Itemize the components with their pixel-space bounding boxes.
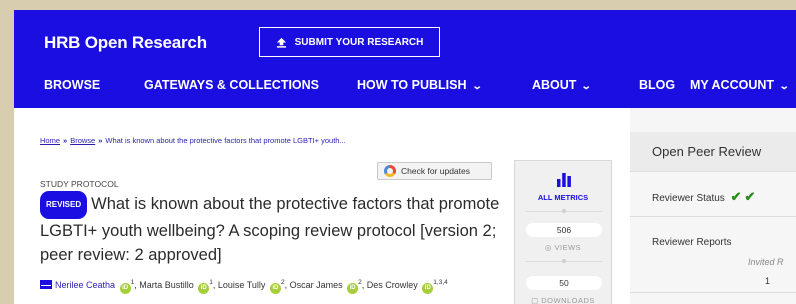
reviewer-reports-heading: Reviewer Reports bbox=[652, 237, 732, 248]
downloads-count: 50 bbox=[526, 276, 602, 290]
article-title-text: What is known about the protective facto… bbox=[40, 195, 500, 264]
site-header: HRB Open Research SUBMIT YOUR RESEARCH B… bbox=[14, 10, 796, 108]
all-metrics-link[interactable]: ALL METRICS bbox=[515, 193, 611, 202]
nav-my-account-label: MY ACCOUNT bbox=[690, 78, 775, 92]
author-name[interactable]: Marta Bustillo bbox=[139, 280, 194, 290]
author-affiliation: 1 bbox=[130, 279, 135, 286]
nav-blog[interactable]: BLOG bbox=[639, 78, 675, 92]
nav-gateways-label: GATEWAYS & COLLECTIONS bbox=[144, 78, 320, 92]
nav-browse-label: BROWSE bbox=[44, 78, 101, 92]
author-affiliation: 2 bbox=[358, 279, 362, 286]
check-for-updates-button[interactable]: Check for updates bbox=[377, 162, 492, 180]
nav-about-label: ABOUT bbox=[532, 78, 577, 92]
peer-review-header: Open Peer Review bbox=[630, 132, 796, 172]
approved-check-icon: ✔ bbox=[744, 189, 756, 204]
submit-research-label: SUBMIT YOUR RESEARCH bbox=[294, 36, 424, 48]
crossmark-icon bbox=[384, 165, 396, 177]
author-name[interactable]: Nerilee Ceatha bbox=[55, 280, 115, 290]
bar-chart-icon[interactable] bbox=[556, 171, 572, 187]
article-type: STUDY PROTOCOL bbox=[40, 179, 119, 189]
submit-research-button[interactable]: SUBMIT YOUR RESEARCH bbox=[259, 27, 440, 57]
metrics-panel: ALL METRICS 506 ◎ VIEWS 50 ▢ DOWNLOADS bbox=[514, 160, 612, 304]
orcid-icon[interactable]: iD bbox=[269, 283, 281, 294]
author-affiliation: 2 bbox=[280, 279, 285, 286]
peer-review-title: Open Peer Review bbox=[652, 144, 762, 159]
email-icon[interactable] bbox=[40, 280, 52, 289]
breadcrumb-separator: » bbox=[63, 136, 68, 145]
upload-icon bbox=[276, 37, 286, 48]
breadcrumb-current[interactable]: What is known about the protective facto… bbox=[105, 136, 345, 145]
reviewer-status-label: Reviewer Status bbox=[652, 193, 725, 204]
article-title: REVISED What is known about the protectiv… bbox=[40, 191, 510, 267]
report-number[interactable]: 1 bbox=[765, 276, 770, 286]
breadcrumb-browse[interactable]: Browse bbox=[70, 136, 95, 145]
orcid-icon[interactable]: iD bbox=[347, 283, 359, 294]
check-for-updates-label: Check for updates bbox=[401, 166, 470, 176]
article-main: Home» Browse» What is known about the prot… bbox=[14, 108, 796, 304]
downloads-label-text: DOWNLOADS bbox=[541, 296, 595, 304]
author-name[interactable]: Oscar James bbox=[290, 280, 343, 290]
chevron-down-icon: ⌄ bbox=[581, 81, 593, 92]
breadcrumb-home[interactable]: Home bbox=[40, 136, 60, 145]
nav-how-to-publish[interactable]: HOW TO PUBLISH ⌄ bbox=[357, 78, 483, 92]
divider bbox=[630, 292, 796, 293]
divider-dot bbox=[562, 209, 566, 213]
divider-dot bbox=[562, 259, 566, 263]
approved-check-icon: ✔ bbox=[730, 189, 742, 204]
downloads-label: ▢ DOWNLOADS bbox=[515, 296, 611, 304]
author-name[interactable]: Des Crowley bbox=[367, 280, 418, 290]
nav-how-to-publish-label: HOW TO PUBLISH bbox=[357, 78, 467, 92]
orcid-icon[interactable]: iD bbox=[119, 283, 131, 294]
views-count: 506 bbox=[526, 223, 602, 237]
views-label-text: VIEWS bbox=[554, 243, 582, 252]
orcid-icon[interactable]: iD bbox=[422, 283, 434, 294]
nav-my-account[interactable]: MY ACCOUNT ⌄ bbox=[690, 78, 790, 92]
views-label: ◎ VIEWS bbox=[515, 243, 611, 252]
chevron-down-icon: ⌄ bbox=[778, 81, 790, 92]
chevron-down-icon: ⌄ bbox=[471, 81, 483, 92]
site-logo[interactable]: HRB Open Research bbox=[44, 33, 207, 53]
nav-gateways-collections[interactable]: GATEWAYS & COLLECTIONS bbox=[144, 78, 319, 92]
browser-page: HRB Open Research SUBMIT YOUR RESEARCH B… bbox=[14, 10, 796, 304]
nav-blog-label: BLOG bbox=[639, 78, 676, 92]
peer-review-panel: Open Peer Review Reviewer Status ✔ ✔ Revi… bbox=[630, 108, 796, 304]
author-name[interactable]: Louise Tully bbox=[218, 280, 266, 290]
breadcrumb-separator: » bbox=[98, 136, 103, 145]
reviewer-status: Reviewer Status ✔ ✔ bbox=[652, 189, 755, 205]
orcid-icon[interactable]: iD bbox=[198, 283, 210, 294]
revised-badge: REVISED bbox=[40, 191, 88, 219]
invited-reviewers-header: Invited R bbox=[748, 257, 784, 267]
breadcrumb: Home» Browse» What is known about the prot… bbox=[40, 136, 346, 145]
nav-browse[interactable]: BROWSE bbox=[44, 78, 100, 92]
author-affiliation: 1,3,4 bbox=[433, 279, 448, 286]
author-affiliation: 1 bbox=[209, 279, 213, 286]
divider bbox=[630, 216, 796, 217]
nav-about[interactable]: ABOUT ⌄ bbox=[532, 78, 593, 92]
author-list: Nerilee Ceatha iD1, Marta Bustillo iD1, … bbox=[40, 275, 510, 294]
download-icon: ▢ bbox=[531, 296, 542, 304]
main-nav: BROWSE GATEWAYS & COLLECTIONS HOW TO PUB… bbox=[14, 73, 796, 99]
